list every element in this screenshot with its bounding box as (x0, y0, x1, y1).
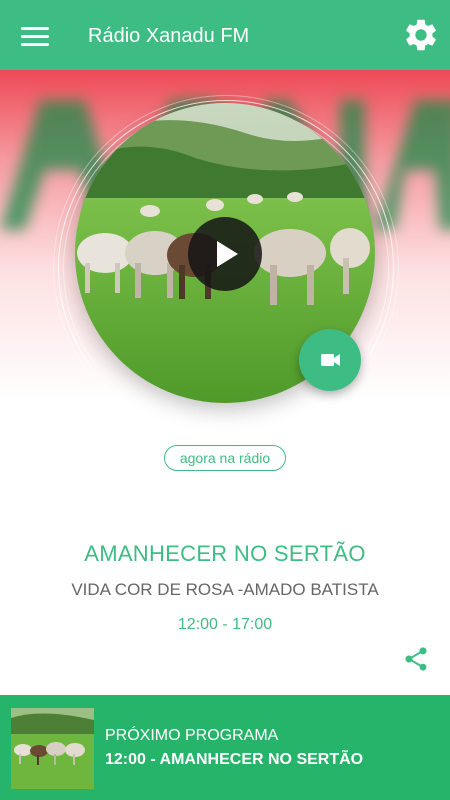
video-camera-icon (321, 354, 340, 366)
next-program-bar[interactable]: PRÓXIMO PROGRAMA 12:00 - AMANHECER NO SE… (0, 695, 450, 800)
hamburger-menu-icon (21, 27, 49, 30)
app-bar: Rádio Xanadu FM (0, 0, 450, 70)
program-time: 12:00 - 17:00 (177, 616, 273, 633)
play-button[interactable] (188, 217, 262, 291)
next-program-label: PRÓXIMO PROGRAMA (105, 727, 279, 744)
app-title: Rádio Xanadu FM (88, 25, 250, 47)
song-info: VIDA COR DE ROSA -AMADO BATISTA (71, 580, 379, 599)
now-on-air-badge: agora na rádio (164, 445, 286, 471)
share-icon (405, 647, 427, 671)
next-program-thumbnail (11, 708, 94, 789)
program-title: AMANHECER NO SERTÃO (84, 541, 366, 566)
share-button[interactable] (402, 645, 430, 673)
settings-button[interactable] (402, 16, 440, 54)
next-program-title: 12:00 - AMANHECER NO SERTÃO (105, 751, 364, 768)
player-hero (0, 70, 450, 440)
menu-button[interactable] (15, 20, 55, 52)
video-button[interactable] (299, 329, 361, 391)
play-icon (217, 241, 238, 267)
gear-icon (406, 19, 436, 51)
